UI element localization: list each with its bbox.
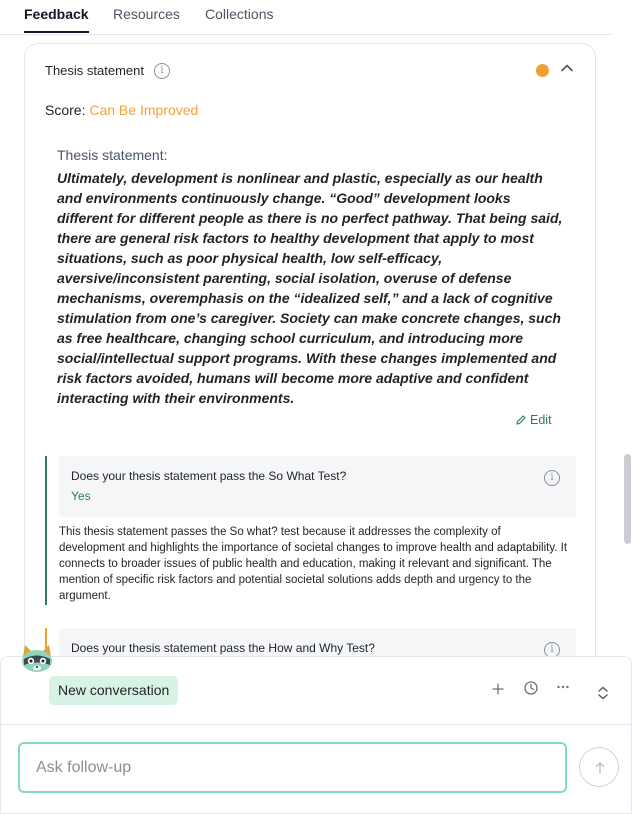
score-line: Score: Can Be Improved xyxy=(45,102,198,118)
chevron-up-icon[interactable] xyxy=(559,60,575,76)
pencil-icon xyxy=(516,415,526,425)
tab-collections[interactable]: Collections xyxy=(205,6,273,22)
info-icon[interactable]: i xyxy=(544,470,560,486)
ask-follow-up-input[interactable] xyxy=(18,742,567,793)
tab-feedback[interactable]: Feedback xyxy=(24,6,89,22)
plus-icon[interactable] xyxy=(490,681,506,697)
chat-panel: New conversation xyxy=(0,645,632,814)
send-button[interactable] xyxy=(579,747,619,787)
edit-button[interactable]: Edit xyxy=(515,413,552,427)
history-icon[interactable] xyxy=(523,680,539,696)
scrollbar-thumb[interactable] xyxy=(624,454,631,544)
question-answer: Yes xyxy=(71,489,91,503)
question-header: Does your thesis statement pass the So W… xyxy=(59,456,576,517)
feedback-panel: Feedback Resources Collections Thesis st… xyxy=(0,0,632,814)
expand-collapse-icon[interactable] xyxy=(595,685,611,701)
divider xyxy=(1,724,632,725)
question-title: Does your thesis statement pass the So W… xyxy=(71,469,347,483)
active-tab-indicator xyxy=(24,31,89,33)
info-icon[interactable]: i xyxy=(154,63,170,79)
question-title: Does your thesis statement pass the How … xyxy=(71,641,375,655)
score-label: Score: xyxy=(45,102,86,118)
tab-resources[interactable]: Resources xyxy=(113,6,180,22)
thesis-feedback-card: Thesis statement i Score: Can Be Improve… xyxy=(24,43,596,723)
status-dot xyxy=(536,64,549,77)
question-explanation: This thesis statement passes the So what… xyxy=(59,526,568,602)
arrow-up-icon xyxy=(595,762,605,774)
card-title: Thesis statement xyxy=(45,63,144,78)
tab-bar: Feedback Resources Collections xyxy=(0,0,612,35)
new-conversation-button[interactable]: New conversation xyxy=(49,676,179,705)
raccoon-mascot-icon xyxy=(22,645,52,672)
edit-label: Edit xyxy=(530,413,552,427)
more-options-icon[interactable] xyxy=(555,679,571,695)
score-value: Can Be Improved xyxy=(89,102,199,118)
thesis-text: Ultimately, development is nonlinear and… xyxy=(57,170,563,406)
thesis-label: Thesis statement: xyxy=(57,147,168,163)
question-accent-bar xyxy=(45,456,47,605)
